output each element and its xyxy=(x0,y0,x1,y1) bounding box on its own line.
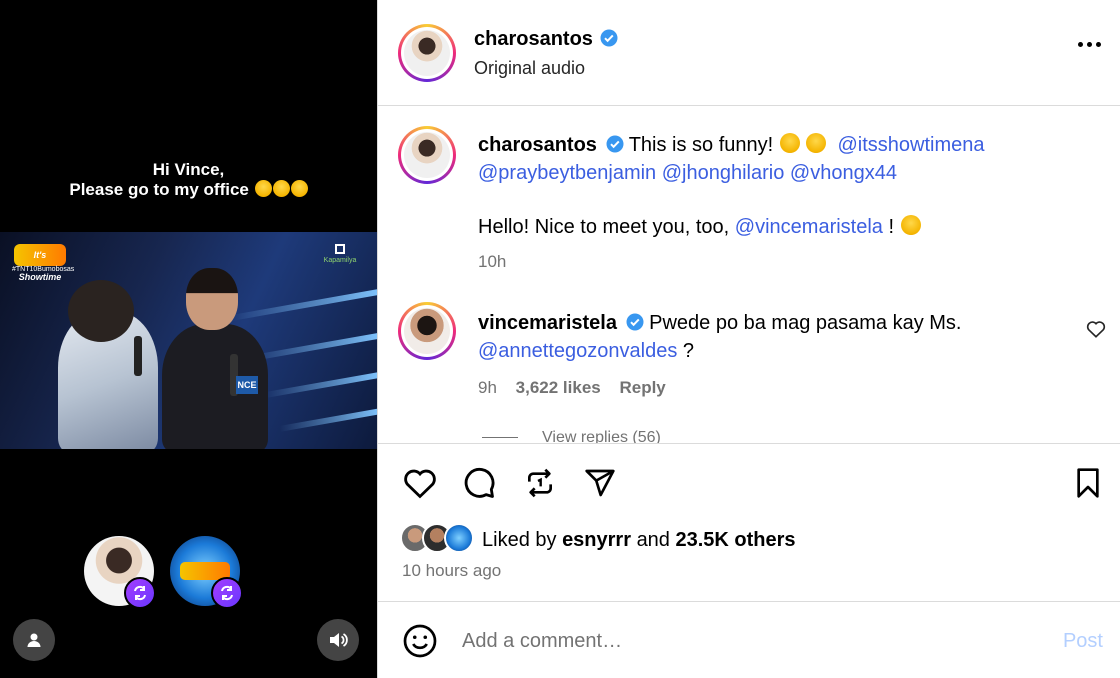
person-right-head xyxy=(186,268,238,330)
video-caption-line1: Hi Vince, xyxy=(152,160,225,179)
comment-button[interactable] xyxy=(460,464,498,502)
view-replies-button[interactable]: View replies (56) xyxy=(482,429,661,443)
video-frame: It's Showtime #TNT10Bumobosas Kapamilya … xyxy=(0,232,377,449)
post-header: charosantos Original audio xyxy=(378,0,1120,106)
laughing-emoji-icon xyxy=(290,180,308,197)
emoji-icon xyxy=(403,624,437,658)
repost-icon xyxy=(528,468,552,498)
caption-avatar[interactable] xyxy=(398,126,456,184)
likes-count-link[interactable]: 23.5K others xyxy=(676,529,796,551)
rofl-emoji-icon xyxy=(779,133,800,153)
show-logo: It's Showtime xyxy=(14,244,66,282)
save-button[interactable] xyxy=(1069,464,1107,502)
remix-badge xyxy=(211,577,243,609)
verified-icon xyxy=(626,313,644,331)
post-viewer: Hi Vince, Please go to my office It's Sh… xyxy=(0,0,1120,678)
post-time[interactable]: 10 hours ago xyxy=(402,561,501,581)
comment-reply-button[interactable]: Reply xyxy=(619,378,665,397)
liked-by-avatars[interactable] xyxy=(400,523,480,557)
emoji-picker-button[interactable] xyxy=(401,622,439,660)
network-logo: Kapamilya xyxy=(321,244,359,272)
comment-username[interactable]: vincemaristela xyxy=(478,312,617,334)
comment-icon xyxy=(464,468,495,498)
remix-badge xyxy=(124,577,156,609)
person-left-head xyxy=(68,280,134,342)
caption-text: charosantos This is so funny! @itsshowti… xyxy=(478,133,985,184)
comment-text: vincemaristela Pwede po ba mag pasama ka… xyxy=(478,312,962,362)
remix-icon xyxy=(221,585,233,601)
mention-link[interactable]: @praybeytbenjamin xyxy=(478,162,656,184)
laughing-emoji-icon xyxy=(254,180,272,197)
profile-icon xyxy=(27,633,41,647)
hashtag-text: #TNT10Bumobosas xyxy=(12,266,75,273)
smiling-emoji-icon xyxy=(900,215,921,235)
likes-summary: Liked by esnyrrr and 23.5K others xyxy=(482,529,796,551)
volume-icon xyxy=(330,633,348,647)
liked-by-user[interactable]: esnyrrr xyxy=(562,529,631,551)
more-icon xyxy=(1078,42,1083,47)
bookmark-icon xyxy=(1077,468,1099,498)
volume-button[interactable] xyxy=(317,619,359,661)
repost-button[interactable] xyxy=(521,464,559,502)
header-audio-link[interactable]: Original audio xyxy=(474,58,585,79)
verified-icon xyxy=(600,29,618,47)
mention-link[interactable]: @jhonghilario xyxy=(662,162,785,184)
mic-flag: NCE xyxy=(236,376,258,394)
tagged-people-button[interactable] xyxy=(13,619,55,661)
header-username[interactable]: charosantos xyxy=(474,28,593,50)
comment-avatar[interactable] xyxy=(398,302,456,360)
verified-icon xyxy=(606,135,623,153)
crying-emoji-icon xyxy=(806,133,827,153)
post-comment-button[interactable]: Post xyxy=(1063,630,1103,653)
share-icon xyxy=(585,469,615,497)
post-panel: charosantos Original audio charosantos T… xyxy=(377,0,1120,678)
caption-line2: Hello! Nice to meet you, too, @vincemari… xyxy=(478,213,1078,241)
header-avatar[interactable] xyxy=(398,24,456,82)
heart-icon xyxy=(404,469,436,499)
comment-time[interactable]: 9h xyxy=(478,378,497,397)
comments-section[interactable]: charosantos This is so funny! @itsshowti… xyxy=(378,107,1120,443)
like-button[interactable] xyxy=(401,464,439,502)
more-options-button[interactable] xyxy=(1078,42,1101,47)
mention-link[interactable]: @vincemaristela xyxy=(735,216,883,238)
mention-link[interactable]: @annettegozonvaldes xyxy=(478,340,677,362)
remix-icon xyxy=(134,585,146,601)
add-comment-bar: Post xyxy=(378,601,1120,678)
microphone-left xyxy=(134,336,142,376)
caption-time[interactable]: 10h xyxy=(478,252,506,272)
caption-username[interactable]: charosantos xyxy=(478,134,597,156)
action-bar: Liked by esnyrrr and 23.5K others 10 hou… xyxy=(378,443,1120,601)
reel-video[interactable]: Hi Vince, Please go to my office It's Sh… xyxy=(0,0,377,678)
video-caption: Hi Vince, Please go to my office xyxy=(0,160,377,200)
video-caption-line2: Please go to my office xyxy=(69,180,249,199)
comment-input[interactable] xyxy=(462,626,1022,656)
mention-link[interactable]: @itsshowtimena xyxy=(837,134,984,156)
mention-link[interactable]: @vhongx44 xyxy=(790,162,897,184)
laughing-emoji-icon xyxy=(272,180,290,197)
comment-likes[interactable]: 3,622 likes xyxy=(516,378,601,397)
comment-like-heart-icon[interactable] xyxy=(1086,320,1106,338)
comment-meta: 9h 3,622 likes Reply xyxy=(478,378,666,398)
share-button[interactable] xyxy=(581,464,619,502)
